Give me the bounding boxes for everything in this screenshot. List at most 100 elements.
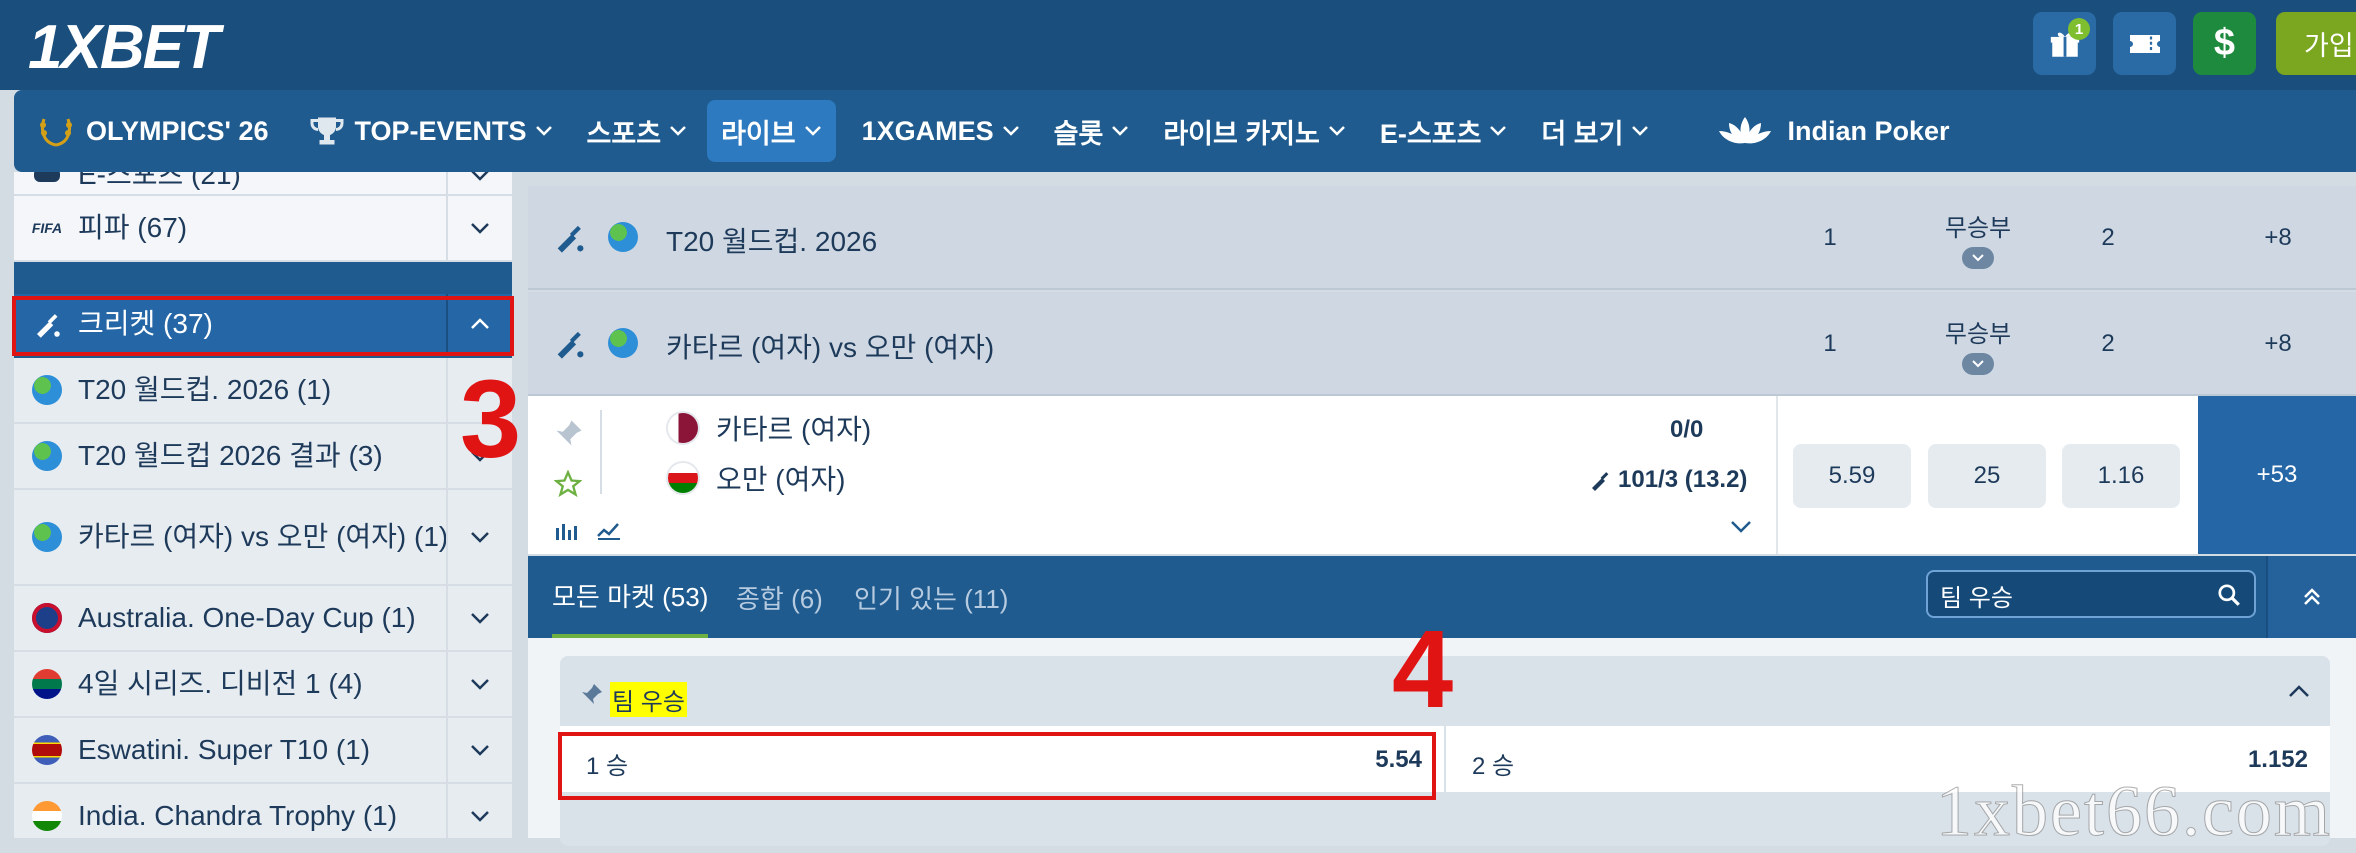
cricket-icon — [557, 225, 584, 253]
chevron-down-icon — [804, 126, 821, 136]
pin-icon[interactable] — [554, 418, 584, 448]
nav-label: OLYMPICS' 26 — [86, 115, 269, 146]
nav-live-casino[interactable]: 라이브 카지노 — [1149, 100, 1360, 162]
event-group-row[interactable]: 카타르 (여자) vs 오만 (여자) 1 무승부 2 +8 — [528, 292, 2356, 396]
team-1[interactable]: 카타르 (여자) — [668, 408, 871, 448]
col-header-draw-label: 무승부 — [1944, 320, 2012, 348]
sidebar-item-label: 카타르 (여자) vs 오만 (여자) (1) — [78, 520, 449, 552]
sidebar-item-t20-worldcup[interactable]: T20 월드컵. 2026 (1) — [14, 358, 512, 424]
sidebar-item-india[interactable]: India. Chandra Trophy (1) — [14, 784, 512, 838]
annotation-step-4: 4 — [1392, 608, 1454, 731]
col-header-2: 2 — [2101, 224, 2115, 251]
watermark: 1xbet66.com — [1936, 771, 2332, 852]
odd-team1-win[interactable]: 5.59 — [1793, 444, 1911, 508]
chevron-down-icon — [1962, 352, 1994, 375]
chevron-down-icon[interactable] — [1730, 520, 1752, 534]
chevron-up-icon[interactable] — [2288, 684, 2310, 698]
double-chevron-up-icon — [2304, 588, 2320, 605]
nav-more[interactable]: 더 보기 — [1527, 100, 1663, 162]
batting-icon — [1592, 472, 1609, 491]
annotation-step-3: 3 — [460, 358, 522, 481]
tab-combined[interactable]: 종합 (6) — [736, 556, 823, 638]
team-2-score-wrap: 101/3 (13.2) — [1588, 466, 1747, 494]
trophy-icon — [310, 117, 343, 145]
globe-icon — [608, 328, 638, 358]
chevron-down-icon — [471, 532, 489, 543]
chevron-down-icon — [471, 613, 489, 624]
live-chart-icon[interactable] — [596, 520, 622, 542]
nav-1xgames[interactable]: 1XGAMES — [848, 100, 1034, 162]
nav-olympics[interactable]: OLYMPICS' 26 — [22, 100, 283, 162]
stats-icon[interactable] — [554, 520, 580, 542]
outcome-label: 2 승 — [1472, 753, 1515, 780]
chevron-down-icon — [1112, 126, 1129, 136]
logo[interactable]: 1XBET — [28, 12, 220, 83]
more-markets-button[interactable]: +53 — [2198, 396, 2356, 554]
more-markets-link[interactable]: +8 — [2218, 186, 2338, 290]
cricket-icon — [557, 331, 584, 359]
deposit-button[interactable]: $ — [2193, 12, 2256, 75]
expand-button[interactable] — [446, 652, 512, 716]
south-africa-flag-icon — [30, 667, 64, 701]
col-header-draw[interactable]: 무승부 — [1908, 186, 2048, 290]
team-2-score: 101/3 (13.2) — [1618, 466, 1748, 493]
top-header: 1XBET 1 $ 가입 — [0, 0, 2356, 90]
expand-button[interactable] — [446, 490, 512, 584]
signup-button[interactable]: 가입 — [2276, 12, 2356, 75]
chevron-down-icon — [1002, 126, 1019, 136]
nav-slots[interactable]: 슬롯 — [1040, 100, 1144, 162]
sidebar-item-4day-series[interactable]: 4일 시리즈. 디비전 1 (4) — [14, 652, 512, 718]
chevron-down-icon — [1329, 126, 1345, 136]
team-2[interactable]: 오만 (여자) — [668, 458, 845, 498]
tab-all-markets[interactable]: 모든 마켓 (53) — [552, 556, 709, 638]
event-title: T20 월드컵. 2026 — [666, 226, 878, 257]
nav-indian-poker[interactable]: Indian Poker — [1703, 100, 1963, 162]
sidebar-item-t20-results[interactable]: T20 월드컵 2026 결과 (3) — [14, 424, 512, 490]
expand-button[interactable] — [446, 718, 512, 782]
chevron-down-icon — [535, 126, 552, 136]
search-icon[interactable] — [2216, 582, 2242, 608]
sidebar-item-eswatini[interactable]: Eswatini. Super T10 (1) — [14, 718, 512, 784]
india-flag-icon — [30, 799, 64, 833]
market-search-input[interactable] — [1940, 578, 2210, 612]
event-group-row[interactable]: T20 월드컵. 2026 1 무승부 2 +8 — [528, 186, 2356, 290]
collapse-markets-button[interactable] — [2266, 556, 2356, 638]
team-1-name: 카타르 (여자) — [716, 414, 872, 445]
expand-button[interactable] — [446, 172, 512, 194]
coupon-button[interactable] — [2113, 12, 2176, 75]
odd-team2-win[interactable]: 1.16 — [2062, 444, 2180, 508]
laurel-icon — [40, 118, 72, 147]
market-title: 팀 우승 — [610, 682, 687, 717]
chevron-down-icon — [1490, 126, 1507, 136]
odd-draw[interactable]: 25 — [1928, 444, 2046, 508]
nav-esports[interactable]: E-스포츠 — [1366, 100, 1522, 162]
sidebar-item-esports[interactable]: E-스포츠 (21) — [14, 172, 512, 196]
team-1-score: 0/0 — [1670, 416, 1704, 443]
nav-label: 스포츠 — [586, 118, 662, 149]
more-markets-link[interactable]: +8 — [2218, 292, 2338, 396]
col-header-draw-label: 무승부 — [1944, 214, 2012, 242]
dollar-icon: $ — [2213, 22, 2236, 64]
sidebar-item-label: Eswatini. Super T10 (1) — [78, 733, 371, 765]
chevron-down-icon — [471, 811, 489, 822]
expand-button[interactable] — [446, 196, 512, 260]
globe-icon — [608, 222, 638, 252]
expand-button[interactable] — [446, 586, 512, 650]
nav-label: 라이브 카지노 — [1163, 118, 1320, 149]
nav-live[interactable]: 라이브 — [707, 100, 836, 162]
pin-icon[interactable] — [580, 682, 604, 706]
nav-label: 더 보기 — [1541, 118, 1624, 149]
nav-label: TOP-EVENTS — [354, 115, 527, 146]
nav-sports[interactable]: 스포츠 — [573, 100, 702, 162]
tab-popular[interactable]: 인기 있는 (11) — [854, 556, 1008, 638]
nav-top-events[interactable]: TOP-EVENTS — [295, 100, 567, 162]
star-icon[interactable] — [554, 470, 582, 498]
sidebar-item-fifa[interactable]: FIFA 피파 (67) — [14, 196, 512, 262]
sidebar-item-qatar-oman[interactable]: 카타르 (여자) vs 오만 (여자) (1) — [14, 490, 512, 586]
expand-button[interactable] — [446, 784, 512, 838]
sidebar-item-australia[interactable]: Australia. One-Day Cup (1) — [14, 586, 512, 652]
lotus-icon — [1719, 117, 1772, 144]
gift-button[interactable]: 1 — [2033, 12, 2096, 75]
col-header-draw[interactable]: 무승부 — [1908, 292, 2048, 396]
chevron-down-icon — [471, 745, 489, 756]
